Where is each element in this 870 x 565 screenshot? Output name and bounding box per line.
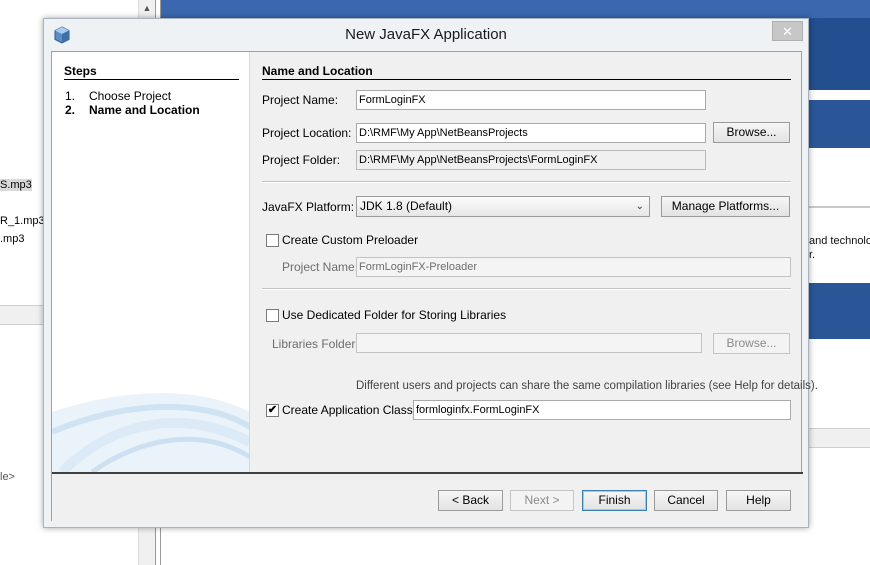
- project-location-input[interactable]: D:\RMF\My App\NetBeansProjects: [356, 123, 706, 143]
- project-folder-field[interactable]: D:\RMF\My App\NetBeansProjects\FormLogin…: [356, 150, 706, 170]
- separator: [262, 288, 791, 290]
- javafx-platform-selected: JDK 1.8 (Default): [360, 199, 453, 213]
- background-file-item[interactable]: R_1.mp3: [0, 215, 45, 227]
- finish-button[interactable]: Finish: [582, 490, 647, 511]
- step-number: 2.: [65, 103, 76, 117]
- dedicated-libraries-folder-checkbox[interactable]: [266, 309, 279, 322]
- background-text: le>: [0, 471, 15, 483]
- step-item-name-and-location: 2. Name and Location: [65, 103, 200, 117]
- button-bar: < Back Next > Finish Cancel Help: [52, 474, 803, 522]
- background-divider: [808, 206, 870, 208]
- background-text: r.: [809, 249, 816, 261]
- wizard-decoration-swoosh: [52, 393, 249, 472]
- steps-heading: Steps: [64, 64, 97, 78]
- create-application-class-label[interactable]: Create Application Class: [282, 403, 413, 417]
- background-file-item[interactable]: .mp3: [0, 233, 24, 245]
- background-banner-highlight: [161, 0, 870, 18]
- step-number: 1.: [65, 89, 76, 103]
- background-banner-2: [808, 100, 870, 148]
- back-button[interactable]: < Back: [438, 490, 503, 511]
- manage-platforms-button[interactable]: Manage Platforms...: [661, 196, 790, 217]
- libraries-folder-label: Libraries Folder:: [272, 337, 359, 351]
- project-location-label: Project Location:: [262, 126, 352, 140]
- browse-location-button[interactable]: Browse...: [713, 122, 790, 143]
- scroll-up-icon[interactable]: ▲: [139, 0, 155, 16]
- background-bar: [808, 428, 870, 448]
- libraries-info-text: Different users and projects can share t…: [356, 380, 818, 392]
- dialog-content: Steps 1. Choose Project 2. Name and Locati…: [51, 51, 818, 522]
- section-divider: [262, 79, 791, 80]
- step-label: Choose Project: [89, 89, 172, 103]
- next-button[interactable]: Next >: [510, 490, 574, 511]
- chevron-down-icon: ⌄: [635, 201, 644, 212]
- javafx-platform-label: JavaFX Platform:: [262, 200, 355, 214]
- create-custom-preloader-checkbox[interactable]: [266, 234, 279, 247]
- step-item-choose-project: 1. Choose Project: [65, 89, 171, 103]
- project-folder-label: Project Folder:: [262, 153, 341, 167]
- steps-divider: [64, 79, 239, 80]
- background-text: and technolo: [809, 235, 870, 247]
- project-name-label: Project Name:: [262, 93, 339, 107]
- application-class-input[interactable]: formloginfx.FormLoginFX: [413, 400, 791, 420]
- cancel-button[interactable]: Cancel: [654, 490, 718, 511]
- libraries-folder-input[interactable]: [356, 333, 702, 353]
- create-application-class-checkbox[interactable]: ✔: [266, 404, 279, 417]
- section-title: Name and Location: [262, 64, 373, 78]
- dialog-titlebar[interactable]: New JavaFX Application ✕: [44, 19, 808, 51]
- dialog-title: New JavaFX Application: [345, 26, 507, 43]
- background-banner-3: [808, 283, 870, 339]
- project-name-input[interactable]: FormLoginFX: [356, 90, 706, 110]
- dedicated-libraries-folder-label[interactable]: Use Dedicated Folder for Storing Librari…: [282, 308, 506, 322]
- javafx-platform-select[interactable]: JDK 1.8 (Default) ⌄: [356, 196, 650, 217]
- background-scrollbar-horizontal[interactable]: [0, 305, 44, 325]
- background-file-item[interactable]: S.mp3: [0, 179, 32, 191]
- help-button[interactable]: Help: [726, 490, 791, 511]
- browse-libraries-button[interactable]: Browse...: [713, 333, 790, 354]
- steps-panel: Steps 1. Choose Project 2. Name and Locati…: [52, 52, 250, 472]
- separator: [262, 181, 791, 183]
- close-icon[interactable]: ✕: [772, 21, 803, 41]
- step-label: Name and Location: [89, 103, 200, 117]
- create-custom-preloader-label[interactable]: Create Custom Preloader: [282, 233, 418, 247]
- new-javafx-application-dialog: New JavaFX Application ✕ Steps 1. Choose …: [43, 18, 818, 528]
- preloader-project-name-input[interactable]: FormLoginFX-Preloader: [356, 257, 791, 277]
- preloader-project-name-label: Project Name:: [282, 260, 359, 274]
